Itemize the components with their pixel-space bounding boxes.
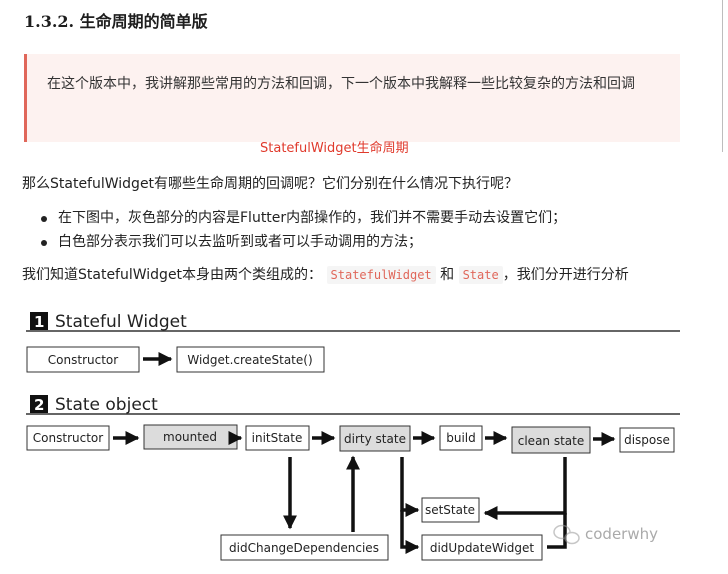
arrow xyxy=(483,457,567,520)
box-label: build xyxy=(446,431,476,445)
section-number: 2 xyxy=(34,396,44,414)
diagram-title-state-object: State object xyxy=(55,395,158,415)
diagram-title-stateful-widget: Stateful Widget xyxy=(55,312,187,332)
arrow xyxy=(547,513,567,549)
box-label: dirty state xyxy=(344,432,406,446)
arrow xyxy=(400,510,420,554)
box-label: setState xyxy=(425,503,475,517)
watermark-text: coderwhy xyxy=(585,525,658,543)
box-label: Constructor xyxy=(33,431,103,445)
box-label: didUpdateWidget xyxy=(430,541,535,555)
box-label: clean state xyxy=(518,434,585,448)
lifecycle-diagram: 1 Stateful Widget Constructor Widget.cre… xyxy=(26,312,680,561)
box-label: Constructor xyxy=(48,353,118,367)
section-number: 1 xyxy=(34,313,44,331)
arrow xyxy=(400,457,420,517)
box-label: initState xyxy=(252,431,303,445)
box-label: Widget.createState() xyxy=(187,353,312,367)
box-label: dispose xyxy=(624,433,670,447)
box-label: mounted xyxy=(163,430,217,444)
box-label: didChangeDependencies xyxy=(229,541,379,555)
